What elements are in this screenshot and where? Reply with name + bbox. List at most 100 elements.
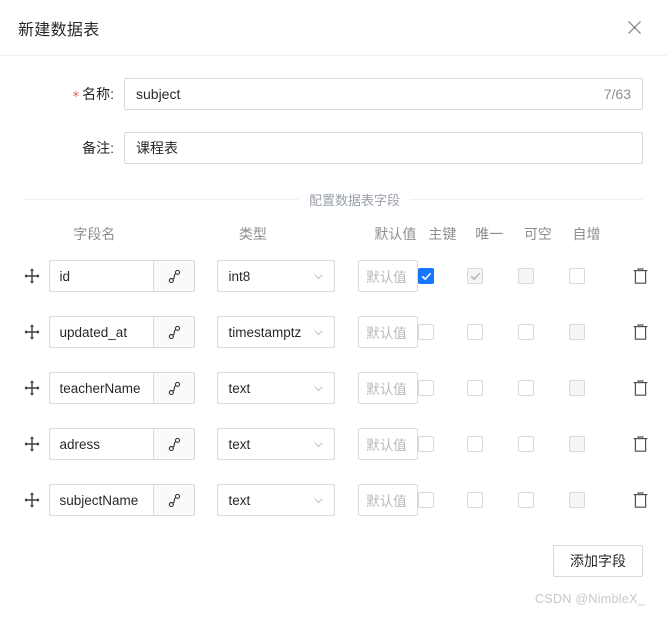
field-type-value: text (228, 380, 251, 396)
auto-increment-checkbox[interactable] (568, 268, 585, 284)
remark-label: 备注: (82, 140, 114, 156)
header-type: 类型 (238, 226, 267, 242)
field-type-select[interactable]: timestamptz (217, 316, 336, 348)
auto-increment-checkbox (568, 324, 585, 340)
field-type-select[interactable]: text (217, 372, 336, 404)
dialog-header: 新建数据表 (0, 0, 667, 56)
nullable-checkbox[interactable] (518, 380, 535, 396)
close-icon[interactable] (623, 17, 645, 39)
field-type-value: timestamptz (228, 324, 302, 340)
drag-move-icon[interactable] (24, 324, 49, 340)
delete-field-button[interactable] (621, 435, 649, 453)
field-row: id int8 默认值 (24, 255, 649, 297)
chevron-down-icon (313, 439, 324, 450)
field-default-input[interactable]: 默认值 (358, 484, 419, 516)
field-default-input[interactable]: 默认值 (358, 316, 419, 348)
primary-key-checkbox[interactable] (418, 324, 435, 340)
auto-increment-checkbox (568, 380, 585, 396)
field-name-value: id (59, 268, 71, 284)
field-default-input[interactable]: 默认值 (358, 428, 419, 460)
relation-link-icon[interactable] (153, 261, 195, 291)
nullable-checkbox[interactable] (518, 436, 535, 452)
field-default-input[interactable]: 默认值 (358, 260, 419, 292)
relation-link-icon[interactable] (153, 429, 195, 459)
field-default-input[interactable]: 默认值 (358, 372, 419, 404)
table-name-value: subject (136, 86, 181, 102)
nullable-checkbox (518, 268, 535, 284)
fields-table: 字段名 类型 默认值 主键 唯一 可空 自增 id int8 默认值 updated_… (0, 217, 667, 521)
field-type-select[interactable]: text (217, 484, 336, 516)
chevron-down-icon (313, 271, 324, 282)
relation-link-icon[interactable] (153, 317, 195, 347)
unique-checkbox (467, 268, 484, 284)
field-row-remark: 备注: 课程表 (0, 132, 667, 164)
field-type-select[interactable]: text (217, 428, 336, 460)
fields-table-header: 字段名 类型 默认值 主键 唯一 可空 自增 (24, 217, 649, 251)
fields-row-list: id int8 默认值 updated_at timestamptz 默认值 teacher… (24, 255, 649, 521)
relation-link-icon[interactable] (153, 373, 195, 403)
watermark: CSDN @NimbleX_ (535, 592, 645, 606)
field-row-name: * 名称: subject 7/63 (0, 78, 667, 110)
nullable-checkbox[interactable] (518, 492, 535, 508)
delete-field-button[interactable] (621, 379, 649, 397)
add-field-button[interactable]: 添加字段 (553, 545, 643, 577)
table-name-input[interactable]: subject 7/63 (124, 78, 643, 110)
field-name-value: updated_at (59, 324, 128, 340)
primary-key-checkbox[interactable] (418, 268, 435, 284)
unique-checkbox[interactable] (467, 324, 484, 340)
unique-checkbox[interactable] (467, 436, 484, 452)
field-type-select[interactable]: int8 (217, 260, 336, 292)
name-label-text: 名称: (82, 86, 114, 102)
delete-field-button[interactable] (621, 267, 649, 285)
header-primary-key: 主键 (428, 226, 457, 242)
unique-checkbox[interactable] (467, 492, 484, 508)
divider-label: 配置数据表字段 (309, 193, 401, 208)
field-name-input[interactable]: updated_at (48, 316, 196, 348)
chevron-down-icon (313, 327, 324, 338)
field-name-input[interactable]: id (48, 260, 196, 292)
field-name-input[interactable]: subjectName (48, 484, 196, 516)
required-asterisk: * (72, 90, 80, 105)
header-field-name: 字段名 (73, 226, 116, 242)
field-type-value: int8 (228, 268, 251, 284)
drag-move-icon[interactable] (24, 380, 49, 396)
drag-move-icon[interactable] (24, 492, 49, 508)
field-row: subjectName text 默认值 (24, 479, 649, 521)
chevron-down-icon (313, 383, 324, 394)
primary-key-checkbox[interactable] (418, 492, 435, 508)
dialog-body: * 名称: subject 7/63 备注: 课程表 配置数据表字段 字段名 类… (0, 78, 667, 577)
name-label: * 名称: (0, 84, 124, 104)
delete-field-button[interactable] (621, 491, 649, 509)
table-remark-value: 课程表 (136, 140, 178, 156)
field-row: adress text 默认值 (24, 423, 649, 465)
field-name-value: adress (59, 436, 101, 452)
delete-field-button[interactable] (621, 323, 649, 341)
section-divider: 配置数据表字段 (24, 190, 643, 209)
divider-line-left (24, 199, 299, 200)
relation-link-icon[interactable] (153, 485, 195, 515)
field-name-input[interactable]: teacherName (48, 372, 196, 404)
field-row: teacherName text 默认值 (24, 367, 649, 409)
field-type-value: text (228, 436, 251, 452)
field-name-input[interactable]: adress (48, 428, 196, 460)
dialog-title: 新建数据表 (18, 21, 100, 39)
primary-key-checkbox[interactable] (418, 380, 435, 396)
add-field-row: 添加字段 (0, 545, 667, 577)
field-type-value: text (228, 492, 251, 508)
header-unique: 唯一 (475, 226, 504, 242)
drag-move-icon[interactable] (24, 268, 49, 284)
table-remark-input[interactable]: 课程表 (124, 132, 643, 164)
header-nullable: 可空 (523, 226, 552, 242)
header-auto-increment: 自增 (572, 226, 601, 242)
drag-move-icon[interactable] (24, 436, 49, 452)
unique-checkbox[interactable] (467, 380, 484, 396)
table-name-counter: 7/63 (603, 86, 631, 102)
nullable-checkbox[interactable] (518, 324, 535, 340)
auto-increment-checkbox (568, 492, 585, 508)
field-name-value: teacherName (59, 380, 141, 396)
primary-key-checkbox[interactable] (418, 436, 435, 452)
header-default: 默认值 (374, 226, 417, 242)
divider-line-right (410, 199, 643, 200)
new-table-dialog: 新建数据表 * 名称: subject 7/63 备注: 课程表 配置数据表字段… (0, 0, 667, 577)
chevron-down-icon (313, 495, 324, 506)
